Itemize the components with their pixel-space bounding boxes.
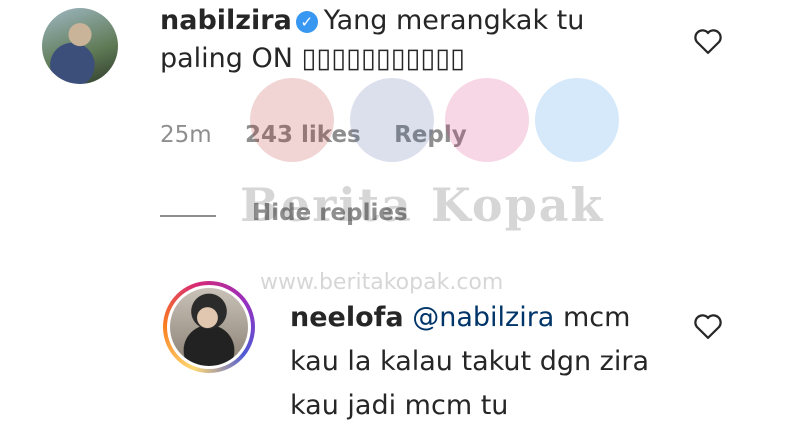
reply-button[interactable]: Reply (394, 122, 467, 148)
comment-likes[interactable]: 243 likes (245, 122, 361, 148)
heart-outline-icon[interactable] (693, 312, 723, 340)
hide-replies-button[interactable]: Hide replies (252, 200, 408, 226)
replier-avatar[interactable] (170, 288, 248, 366)
watermark: Berita Kopak www.beritakopak.com (230, 70, 660, 310)
comment-meta: 25m 243 likes Reply (160, 122, 493, 148)
replier-username[interactable]: neelofa (290, 302, 404, 333)
reply-body: neelofa @nabilzira mcm kau la kalau taku… (290, 296, 670, 428)
comment-body: nabilzira ✓ Yang merangkak tu paling ON ▯▯… (160, 2, 630, 78)
comment-time: 25m (160, 122, 212, 148)
globe-icon (535, 78, 619, 162)
youtube-icon (250, 78, 334, 162)
instagram-icon (445, 78, 529, 162)
commenter-username[interactable]: nabilzira (160, 5, 292, 36)
replies-divider (160, 215, 216, 217)
verified-check-icon: ✓ (295, 11, 318, 33)
watermark-url: www.beritakopak.com (260, 270, 504, 295)
facebook-icon (350, 78, 434, 162)
reply-mention[interactable]: @nabilzira (412, 302, 554, 333)
commenter-avatar[interactable] (42, 8, 118, 84)
heart-outline-icon[interactable] (693, 27, 723, 55)
